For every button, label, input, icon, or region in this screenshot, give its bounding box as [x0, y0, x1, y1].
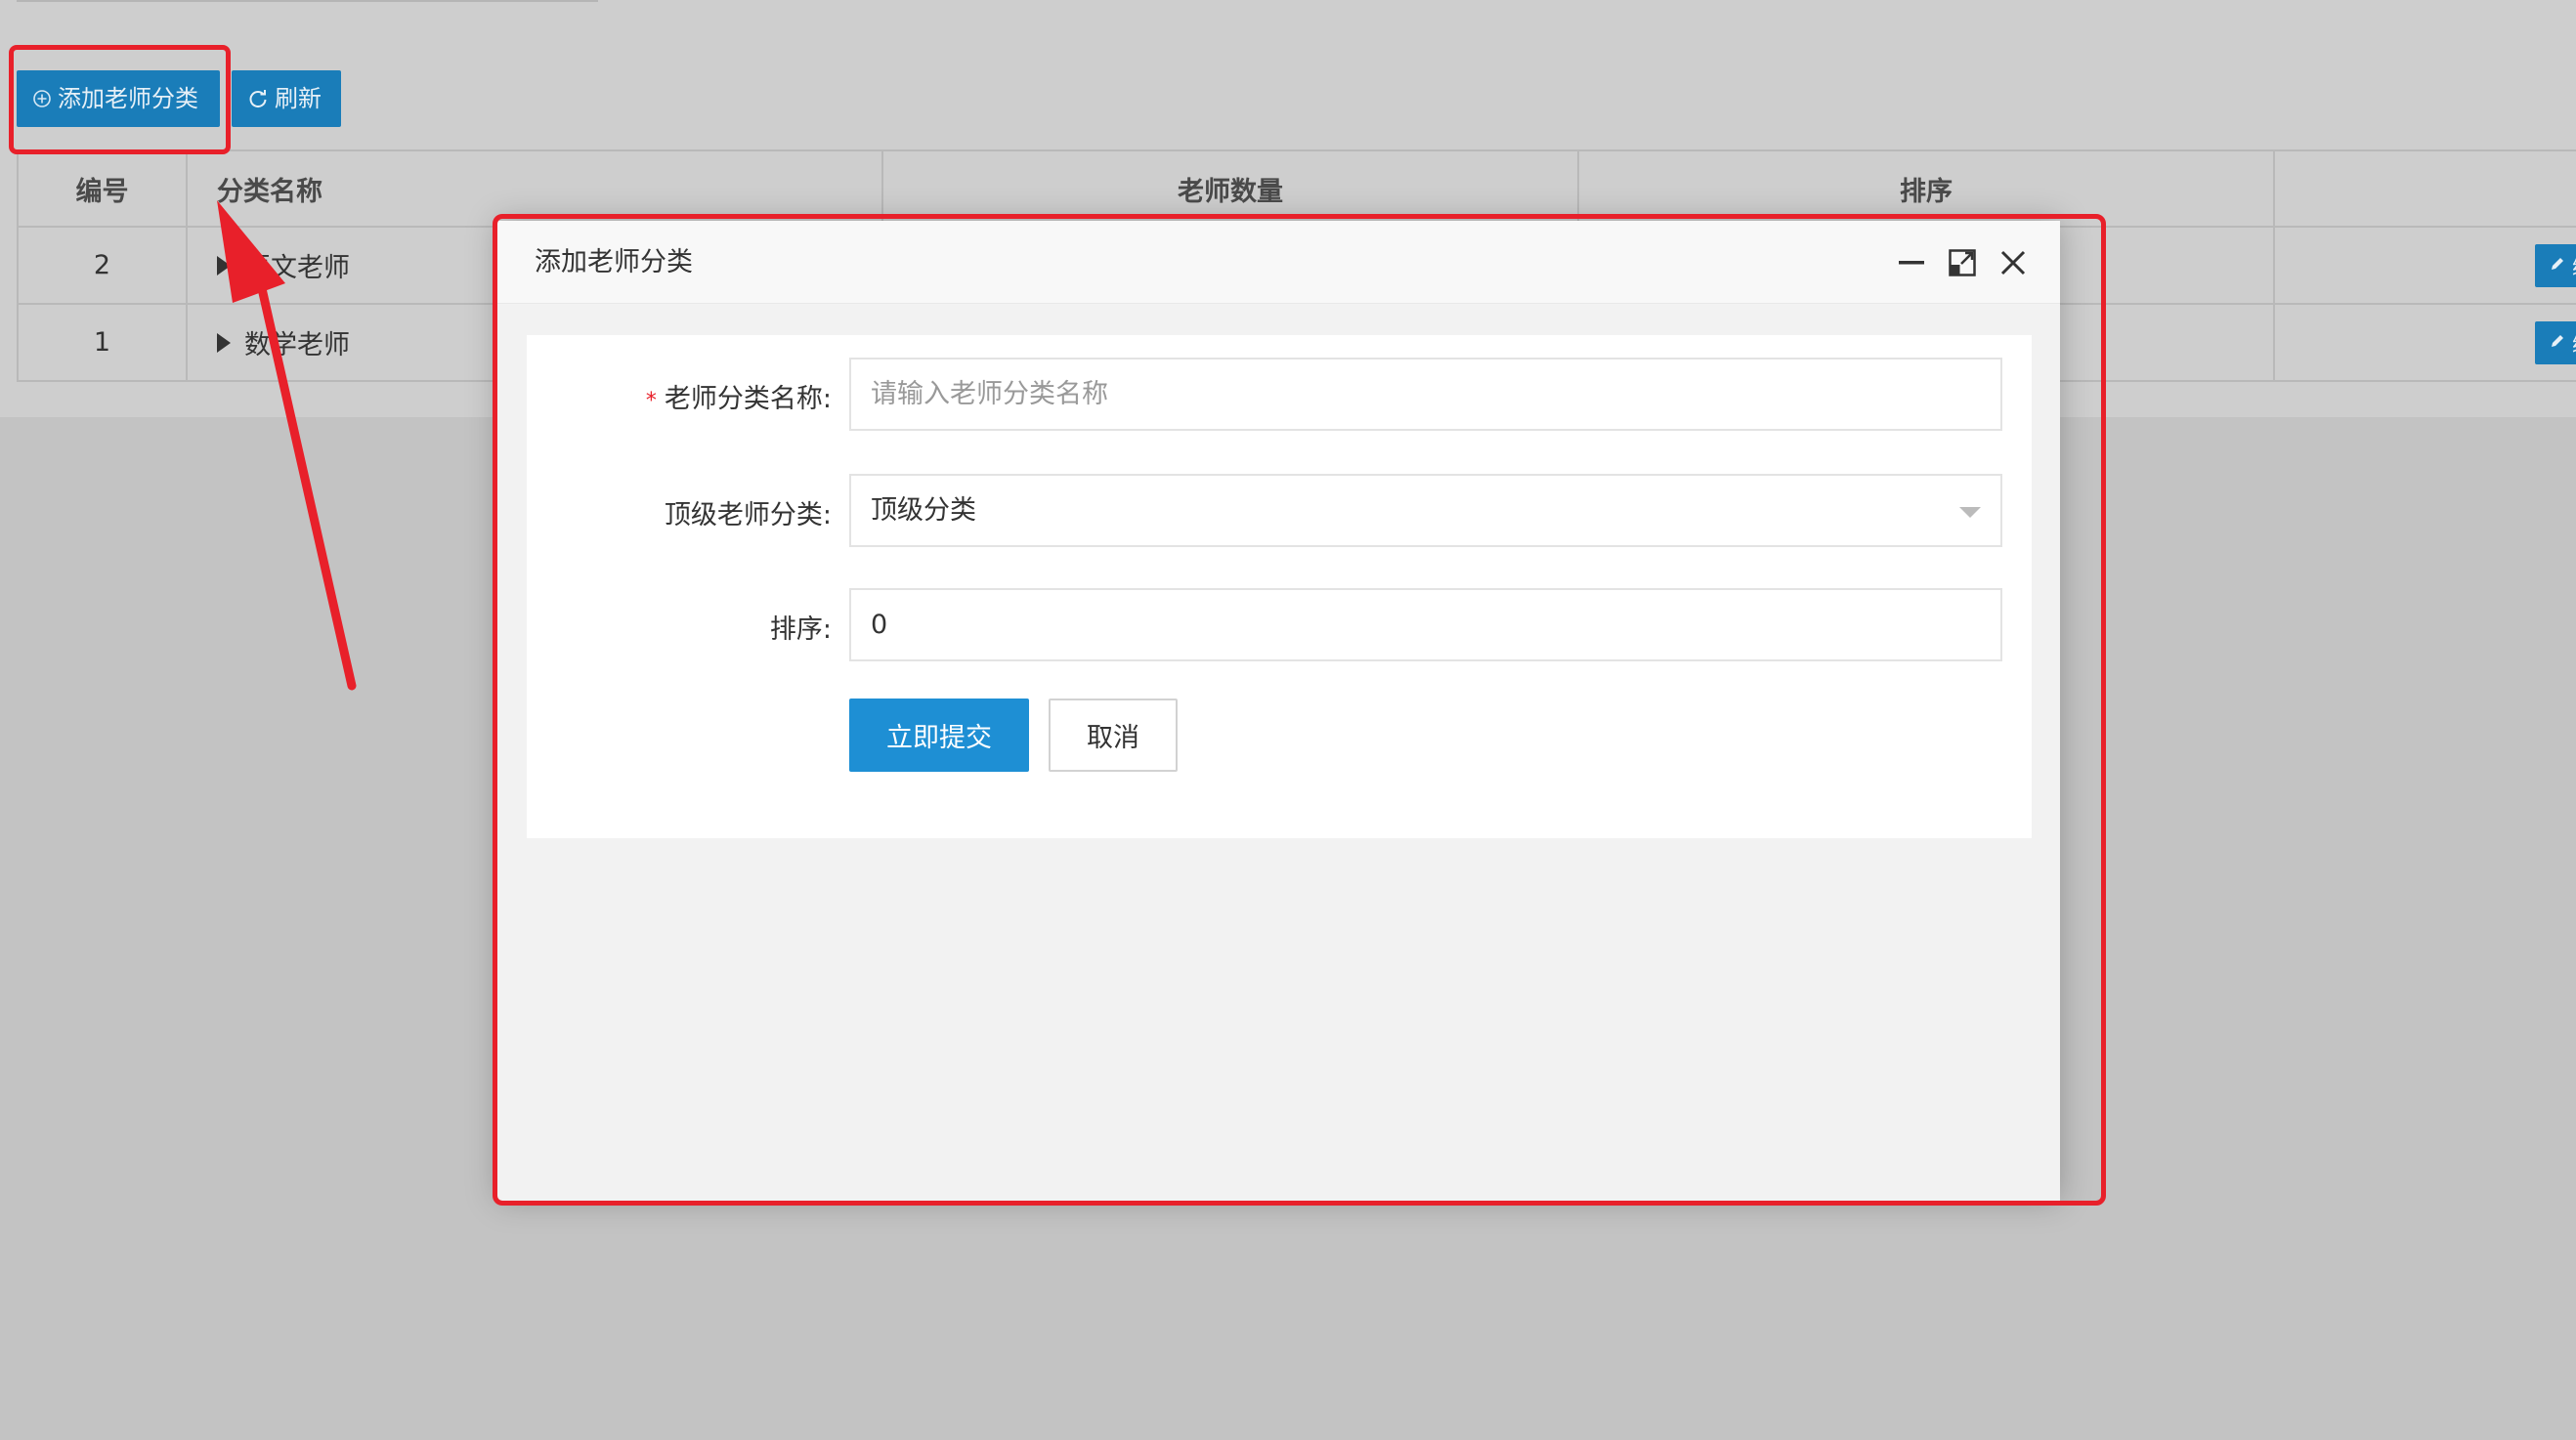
annotation-arrow-icon: [217, 200, 357, 691]
